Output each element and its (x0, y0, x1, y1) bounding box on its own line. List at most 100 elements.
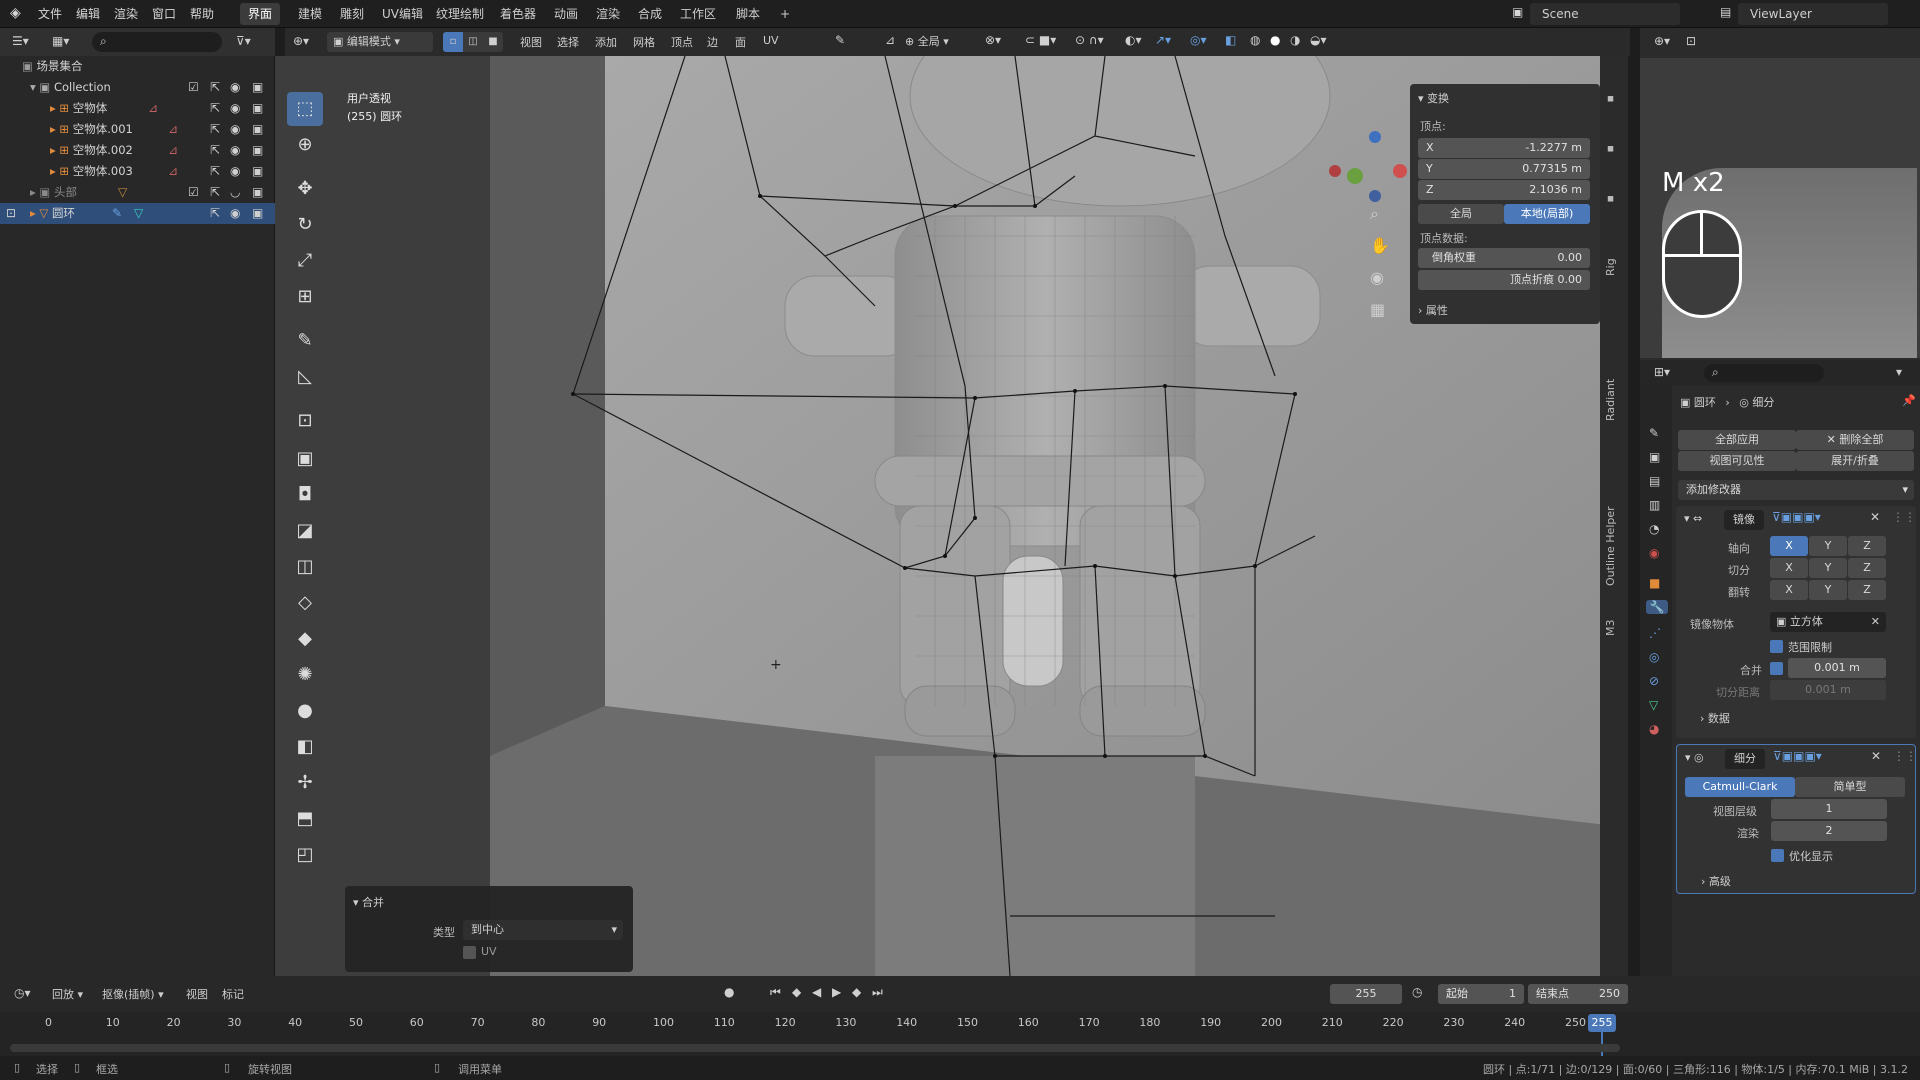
current-frame-field[interactable]: 255 (1330, 984, 1402, 1004)
clear-icon[interactable]: ✕ (1871, 612, 1880, 632)
overlay-icon[interactable]: ◎▾ (1190, 33, 1207, 47)
measure-tool-icon[interactable]: ◺ (287, 360, 323, 394)
start-frame-field[interactable]: 起始 1 (1438, 984, 1524, 1004)
viewport-visibility-button[interactable]: 视图可见性 (1678, 451, 1796, 471)
menu-mesh[interactable]: 网格 (633, 34, 655, 50)
outliner-item-selected[interactable]: ⊡ ▸ ▽ 圆环 ✎ ▽ ⇱ ◉ ▣ (0, 203, 275, 224)
transform-orient-icon[interactable]: ⊿ (885, 33, 895, 47)
face-select-icon[interactable]: ■ (483, 32, 503, 52)
timeline-ruler[interactable]: 0 10 20 30 40 50 60 70 80 90 100 110 120 130 140 150 160… (0, 1012, 1630, 1056)
data-tab-icon[interactable]: ▽ (1649, 698, 1658, 712)
outliner-item[interactable]: ▸ ▣ 头部 ▽ ☑ ⇱ ◡ ▣ (0, 182, 275, 203)
menu-edit[interactable]: 编辑 (76, 5, 100, 22)
tab-rig[interactable]: Rig (1604, 236, 1624, 276)
select-arrow-icon[interactable]: ⇱ (210, 77, 220, 98)
move-tool-icon[interactable]: ✥ (287, 172, 323, 206)
next-keyframe-icon[interactable]: ◆ (852, 985, 861, 999)
local-toggle[interactable]: 本地(局部) (1504, 204, 1590, 224)
gizmo-z[interactable] (1369, 131, 1381, 143)
marker-menu[interactable]: 标记 (222, 986, 244, 1002)
camera-icon[interactable]: ▣ (252, 182, 263, 203)
bisect-distance-field[interactable]: 0.001 m (1770, 680, 1886, 700)
edit-mode-icon[interactable]: ⊡ (6, 203, 16, 224)
eye-icon[interactable]: ◉ (230, 98, 240, 119)
edit-mode-icon[interactable]: ⊡ (1686, 34, 1696, 48)
vertex-select-icon[interactable]: ▫ (443, 32, 463, 52)
scene-collection-row[interactable]: ▣ 场景集合 (0, 56, 275, 77)
mirror-object-field[interactable]: ▣ 立方体 ✕ (1770, 612, 1886, 632)
wireframe-shading-icon[interactable]: ◍ (1250, 33, 1260, 47)
add-workspace-icon[interactable]: + (772, 3, 798, 25)
edge-slide-tool-icon[interactable]: ◧ (287, 730, 323, 764)
close-icon[interactable]: ✕ (1871, 749, 1881, 763)
select-arrow-icon[interactable]: ⇱ (210, 182, 220, 203)
menu-select[interactable]: 选择 (557, 34, 579, 50)
menu-help[interactable]: 帮助 (190, 5, 214, 22)
outliner-item[interactable]: ▸ ⊞ 空物体.003 ⊿ ⇱ ◉ ▣ (0, 161, 275, 182)
object-tab-icon[interactable]: ■ (1649, 576, 1660, 590)
physics-tab-icon[interactable]: ◎ (1649, 650, 1659, 664)
select-arrow-icon[interactable]: ⇱ (210, 203, 220, 224)
menu-vertex[interactable]: 顶点 (671, 34, 693, 50)
rip-tool-icon[interactable]: ◰ (287, 838, 323, 872)
close-icon[interactable]: ✕ (1870, 510, 1880, 524)
levels-viewport-field[interactable]: 1 (1771, 799, 1887, 819)
3d-cursor-icon[interactable]: + (770, 657, 782, 673)
editor-type-icon[interactable]: ⊕▾ (1654, 34, 1670, 48)
outliner-item[interactable]: ▸ ⊞ 空物体.002 ⊿ ⇱ ◉ ▣ (0, 140, 275, 161)
modifier-tab-icon[interactable]: 🔧 (1646, 600, 1668, 614)
workspace-tab[interactable]: 界面 (240, 3, 281, 25)
outliner-item[interactable]: ▸ ⊞ 空物体.001 ⊿ ⇱ ◉ ▣ (0, 119, 275, 140)
editor-type-icon[interactable]: ◷▾ (14, 986, 31, 1000)
drag-handle-icon[interactable]: ⋮⋮ (1892, 510, 1916, 524)
shrink-tool-icon[interactable]: ✢ (287, 766, 323, 800)
catmull-clark-toggle[interactable]: Catmull-Clark (1685, 777, 1795, 797)
checkbox-icon[interactable]: ☑ (188, 77, 199, 98)
workspace-tab[interactable]: 工作区 (672, 3, 724, 25)
checkbox-icon[interactable]: ☑ (188, 182, 199, 203)
camera-view-icon[interactable]: ◉ (1370, 268, 1384, 287)
rotate-tool-icon[interactable]: ↻ (287, 208, 323, 242)
flip-y-toggle[interactable]: Y (1809, 580, 1847, 600)
render-tab-icon[interactable]: ▣ (1649, 450, 1660, 464)
world-tab-icon[interactable]: ◉ (1649, 546, 1659, 560)
tool-tab-icon[interactable]: ✎ (1649, 426, 1659, 440)
uv-checkbox[interactable] (463, 946, 476, 959)
add-modifier-dropdown[interactable]: 添加修改器 ▾ (1678, 480, 1914, 500)
timeline-scrollbar[interactable] (10, 1044, 1620, 1052)
visibility-icon[interactable]: ◐▾ (1125, 33, 1142, 47)
menu-uv[interactable]: UV (763, 34, 779, 47)
eyedropper-icon[interactable]: ✎ (835, 33, 845, 47)
chevron-down-icon[interactable]: ▾ (1896, 365, 1902, 379)
cursor-tool-icon[interactable]: ⊕ (287, 128, 323, 162)
view-menu[interactable]: 视图 (186, 986, 208, 1002)
transform-tool-icon[interactable]: ⊞ (287, 280, 323, 314)
scene-icon[interactable]: ▣ (1512, 5, 1523, 19)
workspace-tab[interactable]: 合成 (630, 3, 670, 25)
menu-file[interactable]: 文件 (38, 5, 62, 22)
scale-tool-icon[interactable]: ⤢ (287, 244, 323, 278)
tab-tool-icon[interactable]: ▪ (1604, 136, 1624, 156)
material-shading-icon[interactable]: ◑ (1290, 33, 1300, 47)
playback-menu[interactable]: 回放 ▾ (52, 986, 83, 1002)
merge-checkbox[interactable] (1770, 662, 1783, 675)
material-tab-icon[interactable]: ◕ (1649, 722, 1659, 736)
merge-distance-field[interactable]: 0.001 m (1788, 658, 1886, 678)
viewlayer-icon[interactable]: ▤ (1720, 5, 1731, 19)
xray-icon[interactable]: ◧ (1225, 33, 1236, 47)
menu-edge[interactable]: 边 (707, 34, 718, 50)
vertex-y-field[interactable]: Y 0.77315 m (1418, 159, 1590, 179)
select-tool-icon[interactable]: ⬚ (287, 92, 323, 126)
gizmo-y[interactable] (1347, 168, 1363, 184)
prev-keyframe-icon[interactable]: ◆ (792, 985, 801, 999)
axis-x-toggle[interactable]: X (1770, 536, 1808, 556)
clipping-checkbox[interactable] (1770, 640, 1783, 653)
vertex-x-field[interactable]: X -1.2277 m (1418, 138, 1590, 158)
jump-start-icon[interactable]: ⏮ (770, 985, 781, 1000)
pivot-icon[interactable]: ⊗▾ (985, 33, 1001, 47)
mirror-name-field[interactable]: 镜像 (1724, 510, 1764, 530)
merge-type-select[interactable]: 到中心 ▾ (463, 920, 623, 940)
extrude-tool-icon[interactable]: ▣ (287, 442, 323, 476)
gizmo-neg-z[interactable] (1369, 190, 1381, 202)
eye-icon[interactable]: ◉ (230, 140, 240, 161)
